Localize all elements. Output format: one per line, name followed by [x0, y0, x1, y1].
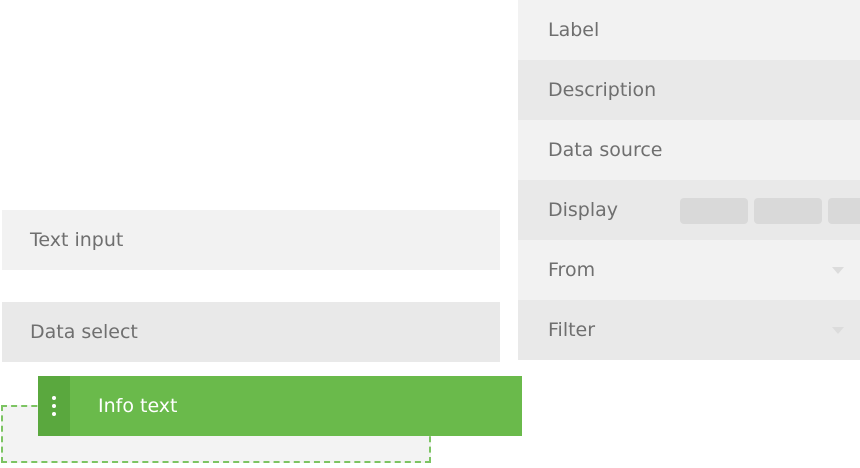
- properties-panel: Label Description Data source Display Fr…: [518, 0, 860, 360]
- dragged-item-label: Info text: [98, 395, 178, 417]
- display-property-row: Display: [518, 180, 860, 240]
- data-select-label: Data select: [30, 321, 138, 343]
- handle-dot: [52, 412, 56, 416]
- text-input-palette-item[interactable]: Text input: [2, 210, 500, 270]
- filter-dropdown[interactable]: Filter: [518, 300, 860, 360]
- handle-dot: [52, 396, 56, 400]
- caret-down-icon: [832, 267, 844, 274]
- description-property-label: Description: [548, 79, 657, 101]
- display-option-button[interactable]: [680, 198, 748, 224]
- text-input-label: Text input: [30, 229, 124, 251]
- label-property-label: Label: [548, 19, 600, 41]
- data-select-palette-item[interactable]: Data select: [2, 302, 500, 362]
- data-source-property-label: Data source: [548, 139, 663, 161]
- description-property-row[interactable]: Description: [518, 60, 860, 120]
- caret-down-icon: [832, 327, 844, 334]
- from-dropdown[interactable]: From: [518, 240, 860, 300]
- data-source-property-row[interactable]: Data source: [518, 120, 860, 180]
- filter-property-label: Filter: [548, 319, 596, 341]
- display-option-button[interactable]: [828, 198, 860, 224]
- drag-handle-icon[interactable]: [38, 376, 70, 436]
- handle-dot: [52, 404, 56, 408]
- display-property-label: Display: [548, 199, 619, 221]
- dragged-info-text-item[interactable]: Info text: [38, 376, 522, 436]
- label-property-row[interactable]: Label: [518, 0, 860, 60]
- from-property-label: From: [548, 259, 596, 281]
- display-option-button[interactable]: [754, 198, 822, 224]
